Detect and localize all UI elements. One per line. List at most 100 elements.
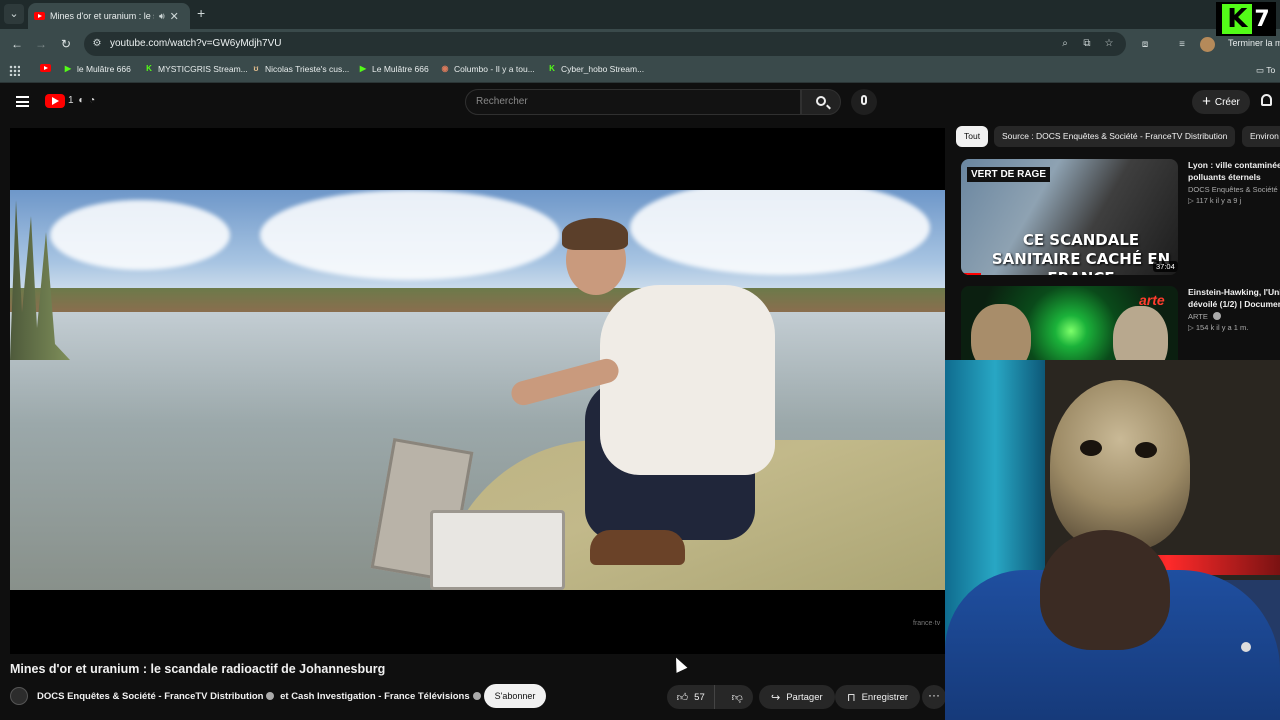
recommendation-title[interactable]: Einstein-Hawking, l'Univ [1188, 286, 1280, 298]
bookmark-item[interactable]: K MYSTICGRIS Stream... [144, 64, 248, 74]
youtube-doodle[interactable]: 1 ◐ ◔ [68, 95, 96, 106]
zoom-icon[interactable]: ⌕ [1058, 37, 1072, 51]
share-button[interactable]: ↪ Partager [759, 685, 835, 709]
recommendation-title-line2[interactable]: dévoilé (1/2) | Documen [1188, 298, 1280, 310]
search-input[interactable]: Rechercher [465, 89, 801, 115]
verified-icon [1212, 312, 1221, 320]
kick-number: 7 [1254, 6, 1270, 32]
recommendation-meta: Lyon : ville contaminée polluants éterne… [1188, 159, 1280, 205]
new-tab-button[interactable]: + [197, 5, 205, 21]
address-bar[interactable]: ⚙ youtube.com/watch?v=GW6yMdjh7VU ⌕ ⧉ ☆ [84, 32, 1126, 56]
tab-title: Mines d'or et uranium : le s [50, 11, 154, 21]
active-tab[interactable]: Mines d'or et uranium : le s 🔊︎ ✕ [28, 3, 190, 29]
video-cloud [50, 200, 230, 270]
plus-icon: + [1202, 93, 1211, 110]
channel-avatar[interactable] [10, 687, 28, 705]
video-cloud [260, 190, 560, 280]
url-text[interactable]: youtube.com/watch?v=GW6yMdjh7VU [110, 38, 281, 49]
channel-name-2[interactable]: Cash Investigation - France Télévisions [291, 691, 469, 702]
chip-source[interactable]: Source : DOCS Enquêtes & Société - Franc… [994, 126, 1236, 147]
voice-search-button[interactable] [851, 89, 877, 115]
kick-icon: K [146, 64, 152, 73]
video-man-hair [562, 218, 628, 250]
skull-eye [1135, 442, 1157, 458]
finish-button[interactable]: Terminer la m [1228, 38, 1280, 48]
save-button[interactable]: ⊓ Enregistrer [835, 685, 921, 709]
bookmarks-bar: ▶ le Mulâtre 666 K MYSTICGRIS Stream... … [0, 59, 1280, 83]
bookmark-icon: ⊓ [847, 691, 856, 704]
channel-name-1[interactable]: DOCS Enquêtes & Société - FranceTV Distr… [37, 691, 263, 702]
webcam-microphone [1241, 642, 1251, 652]
media-control-icon[interactable]: ≡ [1175, 38, 1189, 52]
youtube-favicon-icon [34, 12, 45, 20]
like-count: 57 [694, 691, 705, 703]
reload-icon[interactable]: ↻ [57, 35, 75, 53]
bookmarks-folder[interactable]: ▭ To [1256, 65, 1275, 76]
share-icon: ↪ [771, 691, 781, 704]
thumbnail-label: VERT DE RAGE [967, 167, 1051, 182]
kick-logo-icon: K [1222, 4, 1253, 34]
install-app-icon[interactable]: ⧉ [1080, 37, 1094, 51]
recommendation-views: ▷ 154 k il y a 1 m. [1188, 323, 1249, 332]
thumbs-down-icon: 👎︎ [731, 691, 743, 704]
recommendation-title-line2[interactable]: polluants éternels [1188, 171, 1280, 183]
notifications-bell-icon[interactable] [1261, 94, 1272, 106]
bookmark-item[interactable]: ʊ Nicolas Trieste's cus... [251, 64, 350, 74]
channel-names[interactable]: DOCS Enquêtes & Société - FranceTV Distr… [37, 691, 484, 702]
recommendation-item[interactable]: VERT DE RAGE CE SCANDALE SANITAIRE CACHÉ… [959, 159, 1280, 277]
verified-icon [266, 692, 275, 700]
thumbnail-headline: CE SCANDALE SANITAIRE CACHÉ EN FRANCE [991, 231, 1171, 275]
bookmark-item[interactable]: K Cyber_hobo Stream... [547, 64, 644, 74]
menu-icon[interactable] [16, 96, 29, 107]
video-watermark: france·tv [913, 620, 941, 627]
save-label: Enregistrer [861, 691, 909, 703]
recommendation-channel[interactable]: ARTE [1188, 312, 1280, 321]
profile-avatar[interactable] [1200, 37, 1215, 52]
channel-label: ARTE [1188, 312, 1208, 321]
folder-icon: ▭ [1256, 65, 1265, 75]
webcam-streamer [1040, 530, 1170, 650]
chip-related[interactable]: Environ [1242, 126, 1280, 147]
youtube-logo-icon[interactable] [45, 94, 65, 108]
bookmark-youtube[interactable] [40, 64, 51, 72]
bookmark-item[interactable]: ▶ Le Mulâtre 666 [358, 64, 429, 74]
watch-progress-bar [961, 273, 981, 275]
recommendation-views: ▷ 117 k il y a 9 j [1188, 196, 1242, 205]
arte-logo: arte [1139, 292, 1165, 308]
play-icon: ▶ [359, 64, 367, 73]
recommendation-thumbnail[interactable]: VERT DE RAGE CE SCANDALE SANITAIRE CACHÉ… [961, 159, 1178, 275]
extensions-icon[interactable]: ⧈ [1138, 38, 1152, 52]
recommendation-channel[interactable]: DOCS Enquêtes & Société - [1188, 185, 1280, 194]
forward-icon[interactable]: → [32, 35, 50, 53]
verified-icon [472, 692, 481, 700]
like-button[interactable]: 👍︎ 57 [667, 685, 716, 709]
site-settings-icon[interactable]: ⚙ [90, 37, 104, 51]
more-actions-button[interactable]: ··· [922, 685, 946, 709]
bookmark-label: le Mulâtre 666 [77, 64, 131, 74]
recommendation-title[interactable]: Lyon : ville contaminée [1188, 159, 1280, 171]
bookmark-label: Columbo - Il y a tou... [454, 64, 535, 74]
video-sample-case-base [430, 510, 565, 590]
subscribe-button[interactable]: S'abonner [484, 684, 546, 708]
chip-all[interactable]: Tout [956, 126, 989, 147]
bookmark-item[interactable]: ▶ le Mulâtre 666 [63, 64, 131, 74]
video-man-boot [590, 530, 685, 565]
apps-grid-icon[interactable] [9, 65, 20, 76]
bookmark-label: Le Mulâtre 666 [372, 64, 429, 74]
folder-label: To [1266, 65, 1276, 75]
dislike-button[interactable]: 👎︎ [721, 685, 753, 709]
video-player[interactable]: france·tv [10, 128, 945, 654]
play-icon: ▶ [64, 64, 72, 73]
rabbit-icon: ʊ [253, 64, 259, 73]
close-icon[interactable]: ✕ [170, 10, 179, 23]
video-frame [10, 190, 945, 590]
bookmark-star-icon[interactable]: ☆ [1102, 37, 1116, 51]
bookmark-item[interactable]: ◉ Columbo - Il y a tou... [440, 64, 535, 74]
create-button[interactable]: + Créer [1192, 90, 1250, 114]
search-icon [816, 96, 826, 106]
search-button[interactable] [801, 89, 841, 115]
tab-search-icon[interactable]: ⌄ [4, 4, 24, 24]
back-icon[interactable]: ← [8, 35, 26, 53]
kick-overlay-logo: K 7 [1216, 2, 1276, 36]
speaker-icon[interactable]: 🔊︎ [159, 11, 165, 22]
